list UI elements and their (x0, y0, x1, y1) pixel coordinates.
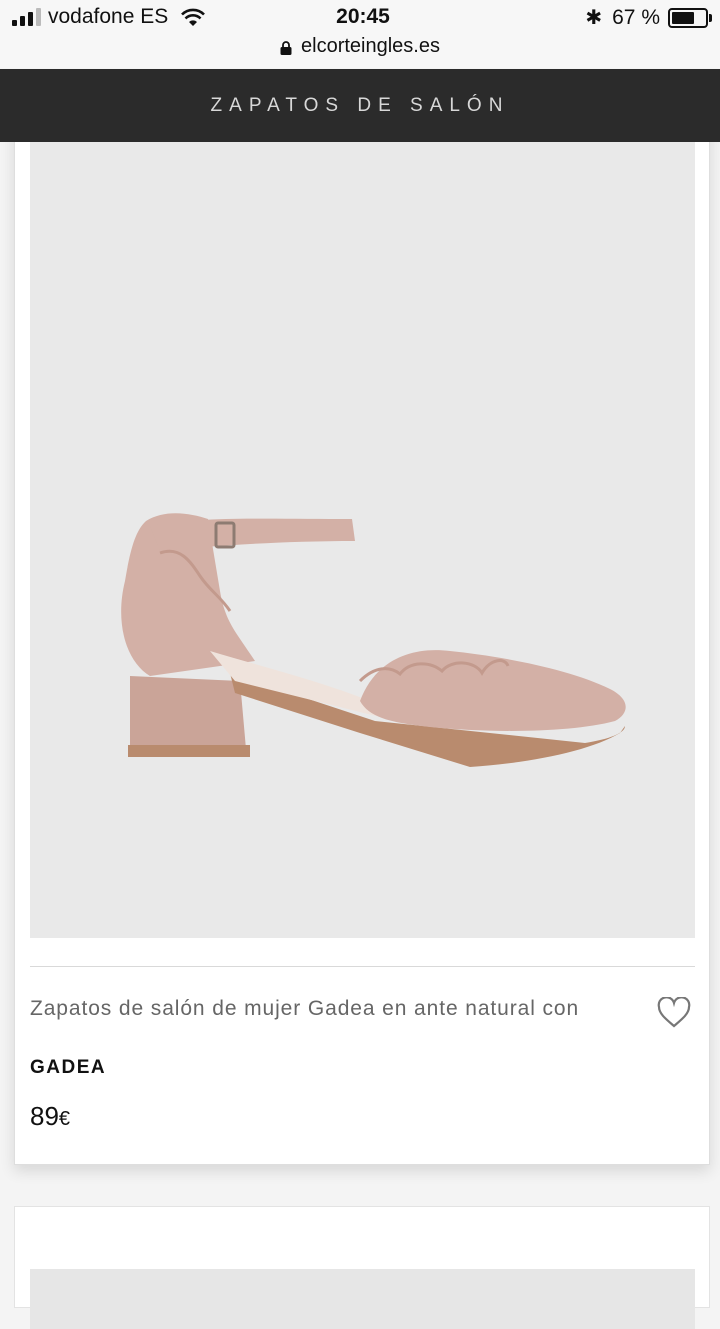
next-product-card[interactable] (14, 1206, 710, 1329)
url-text: elcorteingles.es (301, 35, 440, 57)
card-divider (30, 966, 695, 967)
shoe-illustration (121, 513, 626, 767)
product-card[interactable]: Zapatos de salón de mujer Gadea en ante … (14, 120, 710, 1165)
url-bar[interactable]: elcorteingles.es (0, 35, 720, 58)
battery-icon (668, 7, 712, 28)
status-bar: vodafone ES 20:45 ✱ 67 % elcorteingles.e… (0, 0, 720, 68)
status-right: ✱ 67 % (585, 5, 712, 30)
product-brand: GADEA (30, 1057, 107, 1078)
product-image[interactable] (30, 121, 695, 938)
lock-icon (280, 40, 292, 55)
battery-percentage: 67 % (612, 5, 660, 29)
bluetooth-icon: ✱ (585, 7, 603, 29)
category-header: ZAPATOS DE SALÓN (0, 69, 720, 142)
page-title: ZAPATOS DE SALÓN (210, 94, 510, 116)
heart-outline-icon[interactable] (657, 997, 691, 1029)
price-currency: € (58, 1108, 71, 1130)
price-amount: 89 (30, 1101, 59, 1131)
product-price: 89€ (30, 1101, 70, 1132)
product-title[interactable]: Zapatos de salón de mujer Gadea en ante … (30, 997, 630, 1021)
next-product-image[interactable] (30, 1269, 695, 1329)
